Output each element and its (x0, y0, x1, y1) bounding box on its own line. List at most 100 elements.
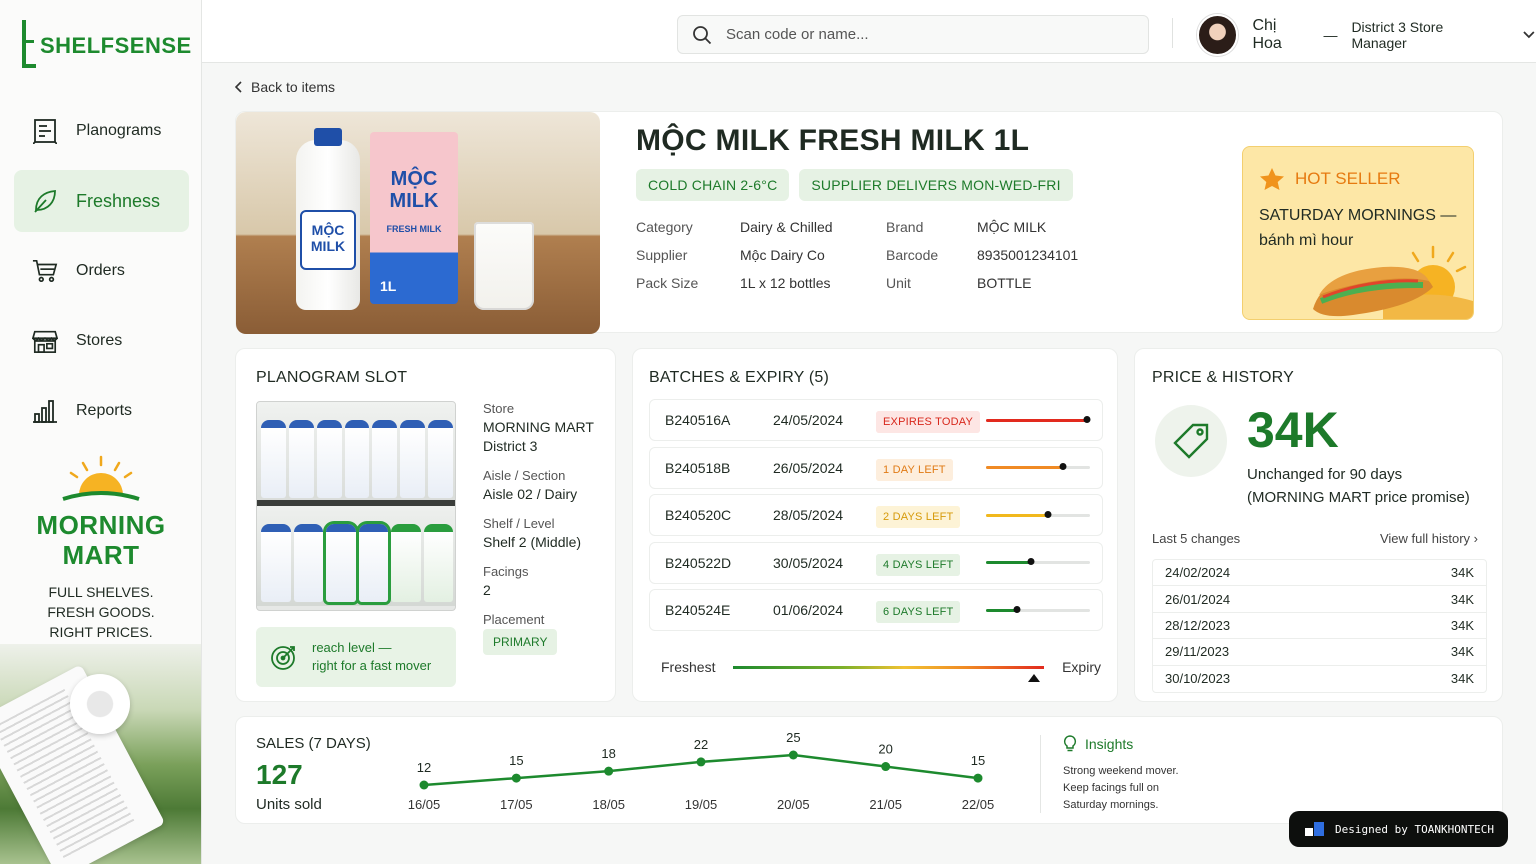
sales-data-label: 20 (878, 742, 892, 757)
batch-status: 6 DAYS LEFT (876, 601, 986, 623)
batch-row[interactable]: B240520C 28/05/2024 2 DAYS LEFT (649, 494, 1103, 536)
meta-key: Category (636, 219, 693, 235)
history-label: Last 5 changes (1152, 531, 1241, 546)
designed-by-badge[interactable]: Designed by TOANKHONTECH (1289, 811, 1508, 847)
sales-x-tick-label: 17/05 (500, 797, 533, 812)
reach-line: reach level — (312, 640, 392, 655)
batch-status-badge: 2 DAYS LEFT (876, 506, 961, 528)
history-date: 28/12/2023 (1165, 617, 1231, 633)
table-row: 29/11/2023 34K (1153, 639, 1486, 666)
sidebar: SHELFSENSE Planograms Freshness Orders S… (0, 0, 202, 864)
freshness-bar (986, 463, 1090, 470)
store-tagline: FULL SHELVES. FRESH GOODS. RIGHT PRICES. (0, 582, 201, 642)
freshness-bar-marker (1027, 558, 1035, 565)
table-row: 30/10/2023 34K (1153, 666, 1486, 692)
batch-list: B240516A 24/05/2024 EXPIRES TODAY B240518B 2… (649, 399, 1103, 637)
insights-title: Insights (1085, 736, 1134, 752)
store-value-line: MORNING MART (483, 419, 594, 435)
batch-expiry-date: 26/05/2024 (773, 459, 844, 476)
top-bar: Chị Hoa — District 3 Store Manager (202, 0, 1536, 63)
history-price: 34K (1450, 644, 1474, 660)
batch-status: 1 DAY LEFT (876, 458, 986, 481)
search-box[interactable] (677, 15, 1149, 54)
avatar[interactable] (1197, 14, 1239, 56)
sales-data-label: 12 (417, 760, 431, 775)
sales-x-tick-label: 19/05 (685, 797, 718, 812)
history-date: 24/02/2024 (1165, 565, 1231, 581)
chevron-left-icon (235, 81, 242, 93)
batch-expiry-date: 01/06/2024 (773, 602, 844, 618)
batch-status-badge: 6 DAYS LEFT (876, 601, 961, 623)
shelf-row-bottom (257, 506, 455, 606)
app-logo[interactable]: SHELFSENSE (22, 20, 192, 68)
batch-expiry-date: 24/05/2024 (773, 412, 844, 428)
table-row: 24/02/2024 34K (1153, 560, 1486, 587)
meta-value: 8935001234101 (977, 247, 1079, 263)
freshness-bar (986, 558, 1090, 565)
meta-key: Unit (886, 275, 911, 291)
sales-point[interactable] (881, 762, 891, 772)
sales-point[interactable] (604, 766, 614, 776)
milk-bottle-illustration: MỘC MILK (296, 128, 360, 310)
store-key: Store (483, 401, 515, 416)
sales-point[interactable] (696, 757, 706, 767)
meta-value: Mộc Dairy Co (740, 247, 825, 263)
freshness-bar-fill (986, 418, 1087, 422)
sales-title: SALES (7 DAYS) (256, 735, 371, 752)
sales-line-chart: 12 16/05 15 17/05 18 18/05 22 19/05 25 20/05 20 21/… (408, 730, 995, 812)
sidebar-item-planograms[interactable]: Planograms (14, 100, 189, 162)
product-bottle (288, 420, 314, 498)
store-brand-name-2: MART (62, 540, 140, 570)
meta-key: Barcode (886, 247, 939, 263)
sales-card: SALES (7 DAYS) 127 Units sold 12 16/05 15 1… (235, 716, 1503, 824)
cold-chain-chip: COLD CHAIN 2-6°C (636, 169, 790, 201)
sidebar-item-stores[interactable]: Stores (14, 310, 189, 372)
designer-logo-icon (1305, 822, 1324, 836)
chevron-right-icon: › (1473, 531, 1478, 546)
user-menu[interactable]: Chị Hoa — District 3 Store Manager (1197, 14, 1536, 56)
product-bottle (316, 420, 342, 498)
facings-value: 2 (483, 582, 491, 598)
sales-x-tick-label: 16/05 (408, 797, 441, 812)
carton-label: MỘC MILK (389, 168, 439, 212)
cart-icon (32, 258, 58, 284)
sales-point[interactable] (419, 780, 429, 790)
logo-mark-icon (22, 20, 36, 68)
view-history-label: View full history (1379, 531, 1471, 546)
freshness-gradient (733, 665, 1045, 682)
sales-point[interactable] (973, 773, 983, 783)
sales-data-label: 15 (971, 753, 985, 768)
history-header: Last 5 changes View full history › (1152, 531, 1478, 546)
price-value: 34K (1247, 402, 1339, 458)
batch-row[interactable]: B240524E 01/06/2024 6 DAYS LEFT (649, 589, 1103, 631)
freshness-legend: Freshest Expiry (661, 659, 1101, 682)
product-bottle (261, 420, 286, 498)
search-input[interactable] (726, 26, 1126, 43)
product-bottle (372, 420, 398, 498)
sales-x-tick-label: 20/05 (777, 797, 810, 812)
view-history-link[interactable]: View full history › (1380, 531, 1478, 546)
sidebar-item-orders[interactable]: Orders (14, 240, 189, 302)
batch-row[interactable]: B240518B 26/05/2024 1 DAY LEFT (649, 446, 1103, 489)
chevron-down-icon[interactable] (1522, 30, 1536, 40)
shelf-key: Shelf / Level (483, 516, 555, 531)
table-row: 28/12/2023 34K (1153, 613, 1486, 640)
sidebar-item-freshness[interactable]: Freshness (14, 170, 189, 232)
sales-data-label: 18 (601, 746, 615, 761)
back-link[interactable]: Back to items (235, 79, 335, 95)
user-separator: — (1323, 27, 1338, 43)
batch-row[interactable]: B240516A 24/05/2024 EXPIRES TODAY (649, 399, 1103, 441)
batch-row[interactable]: B240522D 30/05/2024 4 DAYS LEFT (649, 541, 1103, 584)
carton-size: 1L (380, 278, 397, 294)
batch-status-badge: 4 DAYS LEFT (876, 553, 961, 576)
sales-point[interactable] (511, 773, 521, 783)
tagline-line: FRESH GOODS. (47, 604, 155, 620)
sales-x-tick-label: 18/05 (592, 797, 625, 812)
batch-expiry-date: 28/05/2024 (773, 507, 844, 523)
sales-point[interactable] (788, 750, 798, 760)
sidebar-item-reports[interactable]: Reports (14, 380, 189, 442)
milk-glass-illustration (474, 222, 534, 310)
bottle-label: MỘC MILK (300, 210, 356, 270)
meta-value: 1L x 12 bottles (740, 275, 831, 291)
batch-id: B240524E (665, 602, 731, 618)
